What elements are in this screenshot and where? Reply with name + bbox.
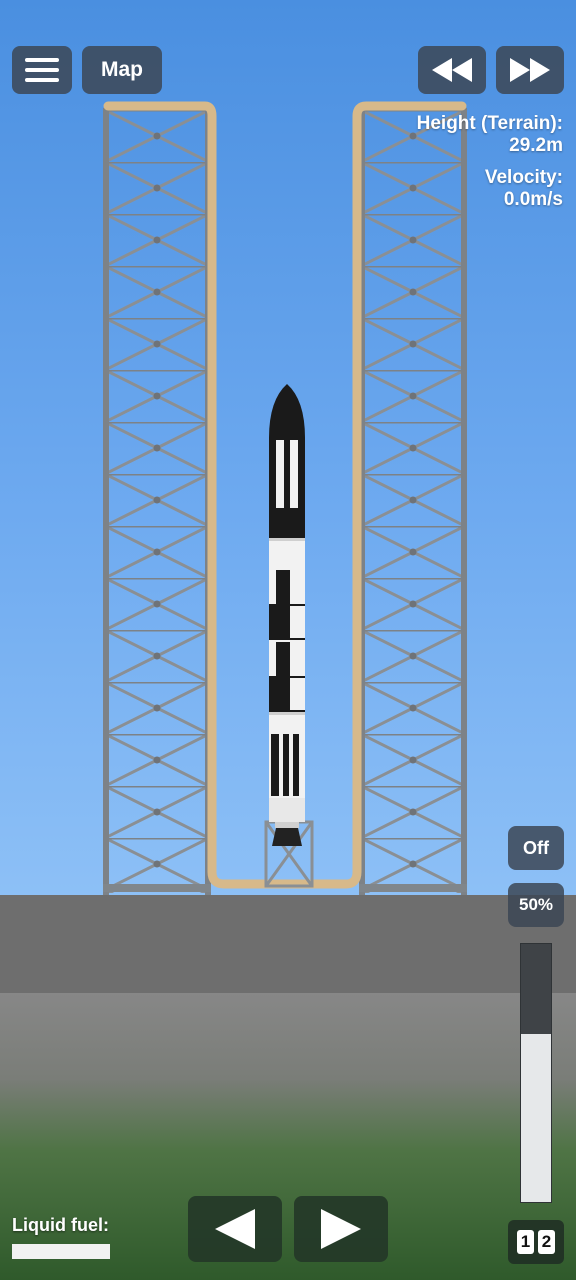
map-button-label: Map — [101, 58, 143, 81]
fast-forward-button[interactable] — [496, 46, 564, 94]
height-readout: Height (Terrain): 29.2m — [417, 113, 563, 157]
arrow-right-icon — [321, 1209, 361, 1249]
rewind-icon — [432, 58, 472, 82]
fast-forward-icon — [510, 58, 550, 82]
ground-terrain — [0, 993, 576, 1280]
liquid-fuel-bar — [12, 1244, 110, 1259]
throttle-percent-label: 50% — [518, 895, 554, 914]
hamburger-menu-icon — [25, 58, 59, 82]
rotate-left-button[interactable] — [188, 1196, 282, 1262]
throttle-percent-badge: 50% — [508, 883, 564, 927]
stage-1: 1 — [517, 1230, 534, 1254]
left-launch-tower — [103, 108, 211, 895]
throttle-slider[interactable] — [520, 943, 552, 1203]
height-value: 29.2m — [509, 135, 563, 156]
map-button[interactable]: Map — [82, 46, 162, 94]
velocity-label: Velocity: — [484, 167, 563, 188]
menu-button[interactable] — [12, 46, 72, 94]
rocket — [269, 384, 305, 846]
velocity-value: 0.0m/s — [503, 189, 563, 210]
stage-indicator[interactable]: 1 2 — [508, 1220, 564, 1264]
arrow-left-icon — [215, 1209, 255, 1249]
engine-toggle-button[interactable]: Off — [508, 826, 564, 870]
height-label: Height (Terrain): — [416, 113, 563, 134]
liquid-fuel-label: Liquid fuel: — [12, 1215, 109, 1235]
throttle-fill — [521, 1034, 551, 1202]
ground-pad — [0, 895, 576, 995]
rotate-right-button[interactable] — [294, 1196, 388, 1262]
stage-2: 2 — [538, 1230, 555, 1254]
engine-toggle-label: Off — [523, 837, 549, 858]
rewind-button[interactable] — [418, 46, 486, 94]
right-launch-tower — [359, 108, 467, 895]
velocity-readout: Velocity: 0.0m/s — [485, 167, 563, 211]
